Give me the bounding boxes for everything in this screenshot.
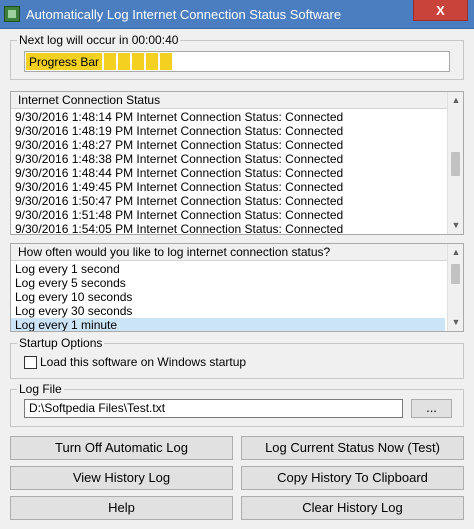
frequency-option[interactable]: Log every 5 seconds bbox=[11, 276, 445, 290]
status-log-line[interactable]: 9/30/2016 1:49:45 PM Internet Connection… bbox=[11, 180, 343, 194]
status-list-header: Internet Connection Status bbox=[11, 92, 463, 109]
startup-checkbox[interactable] bbox=[24, 356, 37, 369]
log-file-path-input[interactable]: D:\Softpedia Files\Test.txt bbox=[24, 399, 403, 418]
frequency-scrollbar[interactable]: ▲ ▼ bbox=[447, 244, 463, 331]
scroll-down-arrow-icon[interactable]: ▼ bbox=[448, 314, 463, 331]
status-log-line[interactable]: 9/30/2016 1:48:19 PM Internet Connection… bbox=[11, 124, 343, 138]
frequency-option[interactable]: Log every 10 seconds bbox=[11, 290, 445, 304]
view-history-log-button[interactable]: View History Log bbox=[10, 466, 233, 490]
startup-options-label: Startup Options bbox=[17, 336, 105, 350]
frequency-option[interactable]: Log every 1 second bbox=[11, 262, 445, 276]
scroll-up-arrow-icon[interactable]: ▲ bbox=[448, 92, 463, 109]
next-log-label: Next log will occur in 00:00:40 bbox=[17, 33, 181, 47]
help-button[interactable]: Help bbox=[10, 496, 233, 520]
progress-label: Progress Bar bbox=[29, 55, 100, 69]
status-log-line[interactable]: 9/30/2016 1:48:38 PM Internet Connection… bbox=[11, 152, 343, 166]
frequency-list-header: How often would you like to log internet… bbox=[11, 244, 463, 261]
status-log-list[interactable]: Internet Connection Status 9/30/2016 1:4… bbox=[10, 91, 464, 235]
status-log-line[interactable]: 9/30/2016 1:51:48 PM Internet Connection… bbox=[11, 208, 343, 222]
scroll-thumb[interactable] bbox=[451, 264, 460, 284]
frequency-option[interactable]: Log every 30 seconds bbox=[11, 304, 445, 318]
scroll-up-arrow-icon[interactable]: ▲ bbox=[448, 244, 463, 261]
status-log-line[interactable]: 9/30/2016 1:50:47 PM Internet Connection… bbox=[11, 194, 343, 208]
title-bar[interactable]: Automatically Log Internet Connection St… bbox=[0, 0, 474, 29]
close-button[interactable]: X bbox=[413, 0, 468, 21]
app-network-icon bbox=[4, 6, 20, 22]
status-log-line[interactable]: 9/30/2016 1:48:27 PM Internet Connection… bbox=[11, 138, 343, 152]
copy-history-button[interactable]: Copy History To Clipboard bbox=[241, 466, 464, 490]
log-current-status-button[interactable]: Log Current Status Now (Test) bbox=[241, 436, 464, 460]
status-log-line[interactable]: 9/30/2016 1:48:14 PM Internet Connection… bbox=[11, 110, 343, 124]
scroll-thumb[interactable] bbox=[451, 152, 460, 176]
status-log-line[interactable]: 9/30/2016 1:54:05 PM Internet Connection… bbox=[11, 222, 343, 234]
scroll-down-arrow-icon[interactable]: ▼ bbox=[448, 217, 463, 234]
startup-checkbox-label[interactable]: Load this software on Windows startup bbox=[40, 355, 246, 369]
turn-off-automatic-log-button[interactable]: Turn Off Automatic Log bbox=[10, 436, 233, 460]
clear-history-log-button[interactable]: Clear History Log bbox=[241, 496, 464, 520]
progress-bar: Progress Bar bbox=[24, 51, 450, 72]
frequency-list[interactable]: How often would you like to log internet… bbox=[10, 243, 464, 332]
status-log-line[interactable]: 9/30/2016 1:48:44 PM Internet Connection… bbox=[11, 166, 343, 180]
browse-button[interactable]: ... bbox=[411, 399, 452, 418]
status-scrollbar[interactable]: ▲ ▼ bbox=[447, 92, 463, 234]
frequency-option[interactable]: Log every 1 minute bbox=[11, 318, 445, 331]
window-title: Automatically Log Internet Connection St… bbox=[26, 7, 342, 22]
log-file-label: Log File bbox=[17, 382, 64, 396]
